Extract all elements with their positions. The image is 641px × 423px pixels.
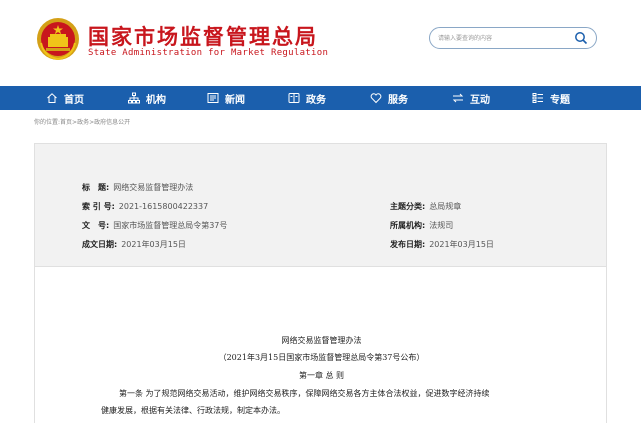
main-nav: 首页 机构 新闻 政务 服务 互动 专题: [0, 86, 641, 110]
info-category-label: 主题分类:: [390, 202, 426, 211]
nav-label-topics: 专题: [550, 94, 570, 106]
info-title-label: 标 题:: [82, 183, 110, 192]
news-icon: [207, 93, 219, 103]
breadcrumb: 你的位置:首页>政务>政府信息公开: [34, 117, 130, 126]
article-1-line-2: 健康发展，根据有关法律、行政法规，制定本办法。: [101, 406, 285, 415]
breadcrumb-affairs[interactable]: 政务: [77, 119, 89, 126]
nav-label-org: 机构: [146, 94, 166, 106]
info-docno-label: 文 号:: [82, 221, 110, 230]
site-title[interactable]: 国家市场监督管理总局: [88, 21, 318, 51]
info-date-row: 成文日期: 2021年03月15日: [82, 239, 186, 250]
nav-label-news: 新闻: [225, 94, 245, 106]
government-affairs-icon: [288, 93, 300, 103]
nav-item-home[interactable]: 首页: [46, 86, 84, 110]
info-publish-row: 发布日期: 2021年03月15日: [390, 239, 494, 250]
nav-label-services: 服务: [388, 94, 408, 106]
breadcrumb-prefix: 你的位置:: [34, 119, 61, 126]
breadcrumb-home[interactable]: 首页: [60, 119, 72, 126]
info-index-label: 索 引 号:: [82, 202, 115, 211]
info-publish-label: 发布日期:: [390, 240, 426, 249]
topics-icon: [532, 93, 543, 103]
document-info-panel: 标 题: 网络交易监督管理办法 索 引 号: 2021-1615800422337 …: [34, 143, 607, 267]
chapter-heading: 第一章 总 则: [298, 371, 345, 380]
breadcrumb-gov-info[interactable]: 政府信息公开: [94, 119, 130, 126]
nav-item-org[interactable]: 机构: [128, 86, 166, 110]
nav-item-services[interactable]: 服务: [370, 86, 408, 110]
search-input[interactable]: [438, 28, 568, 48]
search-box: [429, 27, 597, 49]
info-org-value: 法规司: [429, 221, 454, 230]
home-icon: [47, 93, 57, 103]
info-org-row: 所属机构: 法规司: [390, 220, 453, 231]
nav-item-affairs[interactable]: 政务: [288, 86, 326, 110]
nav-item-interaction[interactable]: 互动: [452, 86, 490, 110]
info-index-value: 2021-1615800422337: [118, 202, 209, 211]
document-body: 网络交易监督管理办法 （2021年3月15日国家市场监督管理总局令第37号公布）…: [34, 267, 607, 423]
nav-label-affairs: 政务: [306, 94, 326, 106]
info-title-value: 网络交易监督管理办法: [113, 183, 194, 192]
info-index-row: 索 引 号: 2021-1615800422337: [82, 201, 208, 212]
heart-icon: [370, 93, 382, 104]
document-title: 网络交易监督管理办法: [281, 336, 362, 345]
info-date-label: 成文日期:: [82, 240, 118, 249]
info-date-value: 2021年03月15日: [121, 240, 186, 249]
nav-label-interaction: 互动: [470, 94, 490, 106]
info-org-label: 所属机构:: [390, 221, 426, 230]
nav-item-topics[interactable]: 专题: [532, 86, 570, 110]
info-docno-value: 国家市场监督管理总局令第37号: [113, 221, 228, 230]
info-docno-row: 文 号: 国家市场监督管理总局令第37号: [82, 220, 227, 231]
nav-item-news[interactable]: 新闻: [207, 86, 245, 110]
info-publish-value: 2021年03月15日: [429, 240, 494, 249]
exchange-arrows-icon: [452, 93, 464, 103]
site-subtitle: State Administration for Market Regulati…: [88, 48, 329, 58]
info-title-row: 标 题: 网络交易监督管理办法: [82, 182, 193, 193]
org-chart-icon: [128, 92, 140, 104]
document-subtitle: （2021年3月15日国家市场监督管理总局令第37号公布）: [218, 353, 425, 362]
info-category-value: 总局规章: [429, 202, 462, 211]
info-category-row: 主题分类: 总局规章: [390, 201, 461, 212]
nav-label-home: 首页: [64, 94, 84, 106]
site-header: 国家市场监督管理总局 State Administration for Mark…: [0, 0, 641, 86]
search-icon[interactable]: [574, 31, 588, 45]
article-1-line-1: 第一条 为了规范网络交易活动，维护网络交易秩序，保障网络交易各方主体合法权益，促…: [119, 389, 490, 398]
national-emblem-icon: [37, 18, 79, 61]
